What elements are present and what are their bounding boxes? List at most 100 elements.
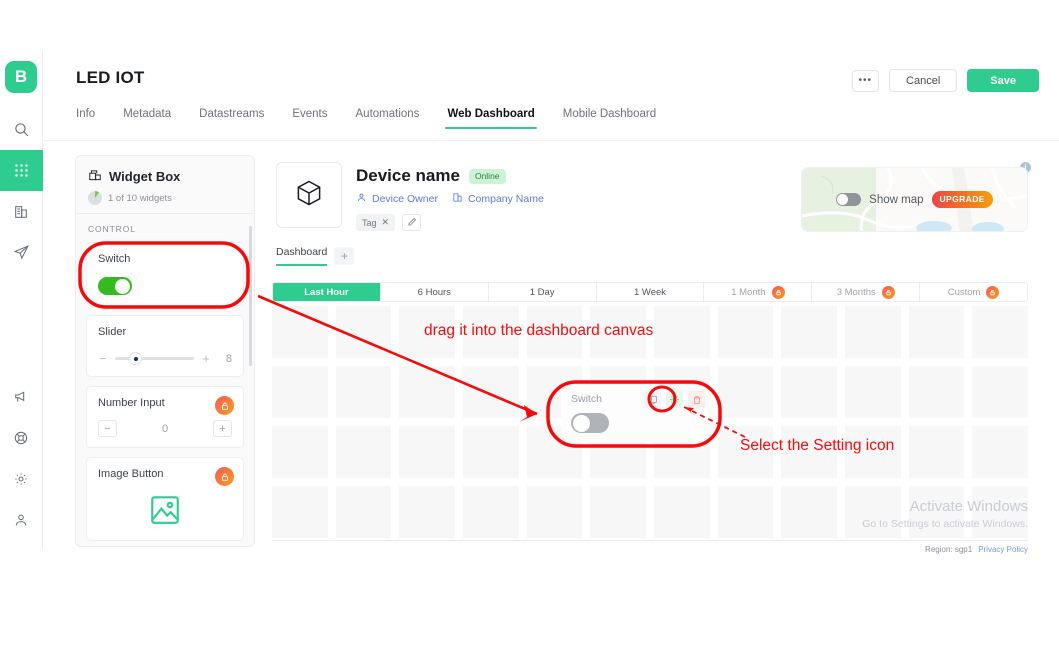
device-owner-link[interactable]: Device Owner: [356, 192, 438, 206]
widget-card-number-input[interactable]: Number Input − 0 +: [86, 386, 244, 448]
range-6-hours[interactable]: 6 Hours: [380, 283, 489, 301]
grid-cell[interactable]: [908, 426, 965, 478]
range-custom[interactable]: Custom: [920, 283, 1027, 301]
grid-cell[interactable]: [717, 486, 774, 538]
tab-mobile-dashboard[interactable]: Mobile Dashboard: [549, 108, 670, 129]
company-link[interactable]: Company Name: [452, 192, 544, 206]
show-map-toggle[interactable]: [836, 193, 862, 206]
grid-cell[interactable]: [717, 366, 774, 418]
widget-switch-toggle[interactable]: [571, 413, 609, 433]
widget-card-switch[interactable]: Switch: [86, 242, 244, 306]
grid-cell[interactable]: [845, 366, 901, 418]
range-label: 3 Months: [836, 286, 876, 298]
grid-cell[interactable]: [463, 486, 519, 538]
widget-list-scrollbar[interactable]: [249, 226, 252, 366]
grid-cell[interactable]: [908, 306, 965, 358]
grid-cell[interactable]: [654, 486, 710, 538]
save-button[interactable]: Save: [967, 69, 1039, 92]
slider-minus-icon[interactable]: −: [98, 351, 108, 366]
tab-info[interactable]: Info: [76, 108, 109, 129]
range-last-hour[interactable]: Last Hour: [273, 283, 381, 301]
cancel-button[interactable]: Cancel: [889, 69, 958, 92]
grid-cell[interactable]: [335, 486, 392, 538]
dashboard-widget-switch[interactable]: Switch: [561, 384, 713, 445]
tab-datastreams[interactable]: Datastreams: [185, 108, 278, 129]
grid-cell[interactable]: [781, 486, 837, 538]
privacy-policy-link[interactable]: Privacy Policy: [978, 545, 1028, 554]
grid-cell[interactable]: [781, 306, 837, 358]
sidebar-item-settings[interactable]: [0, 458, 43, 499]
widget-card-image-button[interactable]: Image Button: [86, 457, 244, 541]
grid-cell[interactable]: [272, 426, 328, 478]
range-1-month[interactable]: 1 Month: [704, 283, 813, 301]
grid-cell[interactable]: [272, 366, 328, 418]
tab-automations[interactable]: Automations: [342, 108, 434, 129]
range-label: Custom: [947, 286, 981, 298]
grid-cell[interactable]: [399, 426, 455, 478]
close-icon[interactable]: ✕: [382, 217, 390, 228]
app-logo[interactable]: B: [5, 61, 37, 93]
edit-tags-button[interactable]: [402, 214, 422, 231]
copy-icon[interactable]: [644, 391, 661, 408]
toggle-knob: [837, 194, 849, 205]
sidebar-item-devices[interactable]: [0, 150, 43, 191]
sidebar-item-messages[interactable]: [0, 232, 43, 273]
add-dashboard-button[interactable]: +: [334, 247, 355, 265]
sidebar-item-search[interactable]: [0, 109, 43, 150]
gear-icon[interactable]: [666, 391, 683, 408]
grid-cell[interactable]: [972, 366, 1028, 418]
grid-cell[interactable]: [972, 306, 1028, 358]
grid-cell[interactable]: [272, 306, 328, 358]
range-label: 1 Month: [731, 286, 766, 298]
widget-card-title: Number Input: [98, 397, 165, 409]
stepper-plus-button[interactable]: +: [213, 420, 232, 437]
tab-metadata[interactable]: Metadata: [109, 108, 185, 129]
lock-badge-icon: [215, 467, 234, 486]
slider-plus-icon[interactable]: +: [201, 351, 211, 366]
tab-events[interactable]: Events: [278, 108, 341, 129]
number-value: 0: [161, 422, 169, 435]
grid-cell[interactable]: [463, 366, 519, 418]
range-1-day[interactable]: 1 Day: [488, 283, 597, 301]
grid-cell[interactable]: [399, 366, 455, 418]
widget-card-slider[interactable]: Slider − + 8: [86, 315, 244, 377]
sidebar-item-organizations[interactable]: [0, 191, 43, 232]
grid-cell[interactable]: [845, 306, 901, 358]
grid-cell[interactable]: [654, 306, 710, 358]
more-options-button[interactable]: •••: [851, 69, 880, 92]
device-thumbnail-wrap: [276, 162, 342, 228]
grid-cell[interactable]: [335, 366, 392, 418]
map-preview-card: Show map UPGRADE: [801, 167, 1028, 232]
grid-cell[interactable]: [335, 306, 392, 358]
image-placeholder[interactable]: [98, 486, 232, 534]
range-1-week[interactable]: 1 Week: [596, 283, 705, 301]
slider-control[interactable]: − + 8: [98, 351, 232, 366]
grid-cell[interactable]: [272, 486, 328, 538]
switch-toggle[interactable]: [98, 277, 132, 295]
sidebar-item-account[interactable]: [0, 499, 43, 540]
tab-web-dashboard[interactable]: Web Dashboard: [433, 108, 548, 129]
sidebar-item-support[interactable]: [0, 417, 43, 458]
upgrade-badge[interactable]: UPGRADE: [931, 191, 993, 208]
grid-cell[interactable]: [717, 306, 774, 358]
stepper-minus-button[interactable]: −: [98, 420, 117, 437]
dashboard-tab[interactable]: Dashboard: [276, 246, 328, 266]
grid-cell[interactable]: [590, 486, 646, 538]
resize-handle[interactable]: [702, 432, 709, 445]
slider-thumb[interactable]: [129, 352, 142, 365]
grid-cell[interactable]: [781, 366, 837, 418]
grid-cell[interactable]: [526, 486, 583, 538]
number-stepper[interactable]: − 0 +: [98, 420, 232, 437]
grid-cell[interactable]: [335, 426, 392, 478]
sidebar-item-announcements[interactable]: [0, 376, 43, 417]
grid-cell[interactable]: [972, 426, 1028, 478]
slider-track[interactable]: [115, 352, 194, 365]
grid-cell[interactable]: [463, 426, 519, 478]
range-3-months[interactable]: 3 Months: [812, 283, 921, 301]
tag-chip[interactable]: Tag ✕: [356, 214, 396, 231]
header-actions: ••• Cancel Save: [851, 69, 1039, 92]
grid-cell[interactable]: [399, 486, 455, 538]
grid-cell[interactable]: [908, 366, 965, 418]
trash-icon[interactable]: [688, 391, 705, 408]
user-icon: [356, 192, 367, 206]
